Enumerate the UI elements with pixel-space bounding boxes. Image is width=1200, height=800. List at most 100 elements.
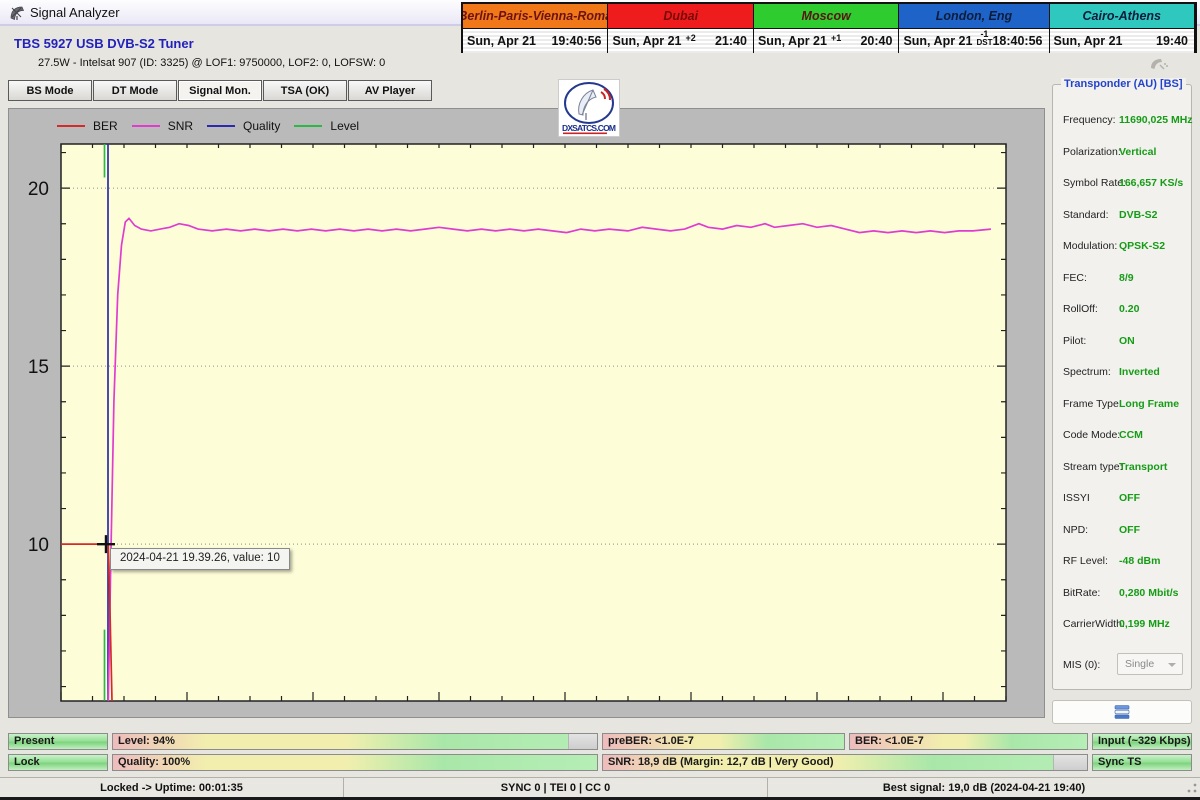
transponder-value: ON	[1119, 334, 1135, 347]
tab-dt-mode[interactable]: DT Mode	[93, 80, 177, 101]
transponder-value: 0,280 Mbit/s	[1119, 586, 1179, 599]
transponder-title: Transponder (AU) [BS]	[1061, 78, 1186, 90]
chart-tooltip: 2024-04-21 19.39.26, value: 10	[110, 548, 290, 570]
transponder-row-fec-: FEC: 8/9	[1053, 272, 1191, 286]
transponder-value: DVB-S2	[1119, 208, 1158, 221]
mis-select[interactable]: Single	[1117, 653, 1183, 675]
clock-time-3: Sun, Apr 21 -1 DST 18:40:56	[899, 28, 1050, 53]
clock-city-0: Berlin-Paris-Vienna-Roma	[463, 4, 609, 29]
transponder-value: 166,657 KS/s	[1119, 177, 1184, 189]
transponder-label: FEC:	[1063, 271, 1087, 284]
transponder-label: Symbol Rate:	[1063, 177, 1127, 189]
clock-time-value: 20:40	[860, 34, 893, 48]
transponder-value: 11690,025 MHz	[1119, 114, 1193, 126]
bar-ber: BER: <1.0E-7	[849, 733, 1088, 750]
plot-area[interactable]	[60, 143, 1007, 702]
clock-time-value: 19:40	[1156, 34, 1188, 48]
transponder-label: Modulation:	[1063, 240, 1118, 252]
transponder-row-issyi: ISSYI OFF	[1053, 492, 1191, 506]
clock-time-0: Sun, Apr 21 19:40:56	[463, 29, 609, 53]
transponder-value: 8/9	[1119, 271, 1134, 284]
transponder-value: Long Frame	[1119, 397, 1180, 410]
dxsatcs-logo: DXSATCS.COM	[558, 79, 620, 137]
transponder-row-rf-level-: RF Level: -48 dBm	[1053, 555, 1191, 569]
signal-chart[interactable]: 10 15 20	[9, 109, 1044, 717]
clock-city-3: London, Eng	[899, 4, 1050, 29]
transponder-row-polarization-: Polarization: Vertical	[1053, 146, 1191, 160]
bar-preber: preBER: <1.0E-7	[602, 733, 845, 750]
transponder-label: Polarization:	[1063, 145, 1121, 158]
status-lock-uptime: Locked -> Uptime: 00:01:35	[0, 778, 344, 797]
badge-sync-ts: Sync TS	[1092, 754, 1192, 771]
transponder-value: -48 dBm	[1119, 555, 1161, 567]
transponder-row-carrierwidth-: CarrierWidth: 0,199 MHz	[1053, 618, 1191, 632]
badge-input: Input (~329 Kbps)	[1092, 733, 1192, 750]
tab-bs-mode[interactable]: BS Mode	[8, 80, 92, 101]
clock-utc-offset: -1 DST	[976, 28, 993, 47]
transponder-label: Spectrum:	[1063, 366, 1111, 378]
transponder-value: Vertical	[1119, 145, 1157, 158]
clock-time-1: Sun, Apr 21 +2 21:40	[608, 29, 754, 53]
transponder-label: ISSYI	[1063, 492, 1090, 504]
chevron-down-icon	[1168, 663, 1176, 667]
clock-date: Sun, Apr 21	[467, 34, 536, 48]
transponder-value: 0,199 MHz	[1119, 618, 1170, 630]
clock-time-value: 19:40:56	[551, 34, 602, 48]
bar-snr: SNR: 18,9 dB (Margin: 12,7 dB | Very Goo…	[602, 754, 1088, 771]
clock-time-value: 21:40	[714, 34, 747, 48]
badge-lock: Lock	[8, 754, 108, 771]
mis-label: MIS (0):	[1063, 659, 1101, 671]
transponder-row-standard-: Standard: DVB-S2	[1053, 209, 1191, 223]
clock-date: Sun, Apr 21	[1053, 34, 1123, 48]
transponder-row-frequency-: Frequency: 11690,025 MHz	[1053, 114, 1193, 128]
transponder-panel: Transponder (AU) [BS] Frequency: 11690,02…	[1052, 78, 1193, 690]
transponder-label: Frequency:	[1063, 114, 1116, 126]
status-sync-counters: SYNC 0 | TEI 0 | CC 0	[344, 778, 768, 797]
clock-city-1: Dubai	[608, 4, 754, 29]
clock-time-value: 18:40:56	[992, 34, 1043, 48]
clock-utc-offset: +2	[685, 33, 696, 43]
badge-present: Present	[8, 733, 108, 750]
transponder-label: RF Level:	[1063, 555, 1108, 567]
transponder-label: NPD:	[1063, 523, 1089, 536]
mis-selected-value: Single	[1125, 658, 1155, 670]
transponder-row-frame-type-: Frame Type: Long Frame	[1053, 398, 1191, 412]
transponder-row-pilot-: Pilot: ON	[1053, 335, 1191, 349]
tuner-name: TBS 5927 USB DVB-S2 Tuner	[14, 36, 194, 51]
world-clock-panel: Berlin-Paris-Vienna-Roma Sun, Apr 21 19:40…	[461, 2, 1197, 53]
status-best-signal: Best signal: 19,0 dB (2024-04-21 19:40)	[882, 781, 1086, 794]
clock-date: Sun, Apr 21	[612, 34, 682, 48]
clock-time-2: Sun, Apr 21 +1 20:40	[753, 29, 900, 53]
transponder-label: Stream type:	[1063, 460, 1123, 473]
transponder-row-bitrate-: BitRate: 0,280 Mbit/s	[1053, 587, 1191, 601]
y-tick-label-10: 10	[28, 535, 49, 556]
status-bar: Locked -> Uptime: 00:01:35 SYNC 0 | TEI …	[0, 777, 1200, 797]
transponder-row-code-mode-: Code Mode: CCM	[1053, 429, 1191, 443]
transponder-label: Frame Type:	[1063, 397, 1122, 410]
clock-time-4: Sun, Apr 21 19:40	[1049, 29, 1195, 53]
resize-grip[interactable]	[1187, 783, 1197, 793]
tab-av-player[interactable]: AV Player	[348, 80, 432, 101]
y-tick-label-15: 15	[28, 357, 49, 378]
signal-chart-panel: BER SNR Quality Level 10 15 20	[8, 108, 1045, 718]
bar-unfilled	[1053, 755, 1087, 770]
tab-tsa-ok-[interactable]: TSA (OK)	[263, 80, 347, 101]
stack-icon	[1114, 705, 1130, 719]
transponder-label: Pilot:	[1063, 334, 1087, 347]
transponder-value: Transport	[1119, 460, 1168, 473]
bar-unfilled	[567, 734, 597, 749]
transponder-label: RollOff:	[1063, 303, 1098, 315]
tab-signal-mon-[interactable]: Signal Mon.	[178, 80, 262, 101]
transponder-list-button[interactable]	[1052, 700, 1192, 724]
bar-quality: Quality: 100%	[112, 754, 598, 771]
clock-dst-label: DST	[976, 37, 993, 47]
clock-date: Sun, Apr 21	[757, 34, 827, 48]
transponder-label: Standard:	[1063, 208, 1109, 221]
transponder-value: CCM	[1119, 429, 1143, 441]
transponder-label: Code Mode:	[1063, 429, 1121, 441]
clock-date: Sun, Apr 21	[903, 34, 973, 48]
transponder-value: QPSK-S2	[1119, 240, 1166, 252]
transponder-row-npd-: NPD: OFF	[1053, 524, 1191, 538]
transponder-label: CarrierWidth:	[1063, 618, 1125, 630]
logo-text: DXSATCS.COM	[562, 123, 616, 133]
